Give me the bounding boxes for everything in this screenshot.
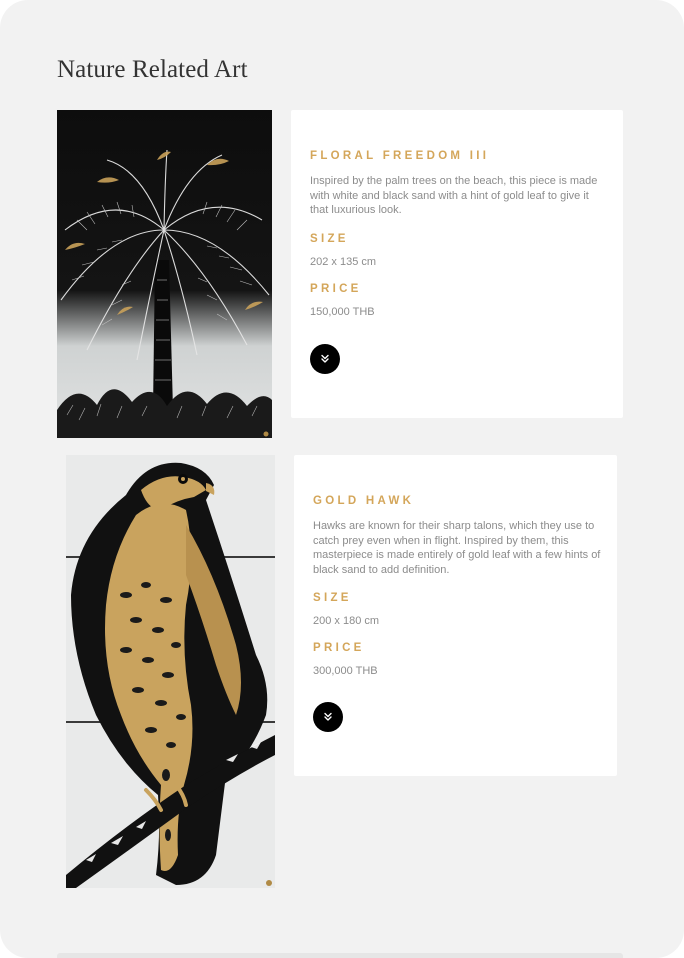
chevron-double-down-icon <box>324 712 332 721</box>
expand-details-button[interactable] <box>313 702 343 732</box>
chevron-double-down-icon <box>321 354 329 363</box>
price-label: PRICE <box>310 282 362 295</box>
artwork-description: Inspired by the palm trees on the beach,… <box>310 175 598 216</box>
size-value: 202 x 135 cm <box>310 255 377 268</box>
artwork-description: Hawks are known for their sharp talons, … <box>313 520 601 576</box>
artwork-title: GOLD HAWK <box>313 495 415 507</box>
size-label: SIZE <box>313 592 352 604</box>
artwork-title: FLORAL FREEDOM III <box>310 150 490 162</box>
expand-details-button[interactable] <box>310 344 340 374</box>
hawk-artwork-icon <box>66 455 275 888</box>
hawk-artwork-image[interactable] <box>66 455 275 888</box>
next-section-edge <box>57 953 623 958</box>
price-value: 150,000 THB <box>310 305 375 318</box>
size-label: SIZE <box>310 232 349 245</box>
artwork-card-floral-freedom: FLORAL FREEDOM III Inspired by the palm … <box>291 110 623 418</box>
price-value: 300,000 THB <box>313 665 378 677</box>
palm-tree-artwork-image[interactable] <box>57 110 272 438</box>
page-title: Nature Related Art <box>57 56 248 83</box>
palm-tree-artwork-icon <box>57 110 272 438</box>
price-label: PRICE <box>313 642 365 654</box>
size-value: 200 x 180 cm <box>313 615 380 627</box>
artwork-card-gold-hawk: GOLD HAWK Hawks are known for their shar… <box>294 455 617 776</box>
page-frame: Nature Related Art FLORAL FREEDOM III In… <box>0 0 684 958</box>
